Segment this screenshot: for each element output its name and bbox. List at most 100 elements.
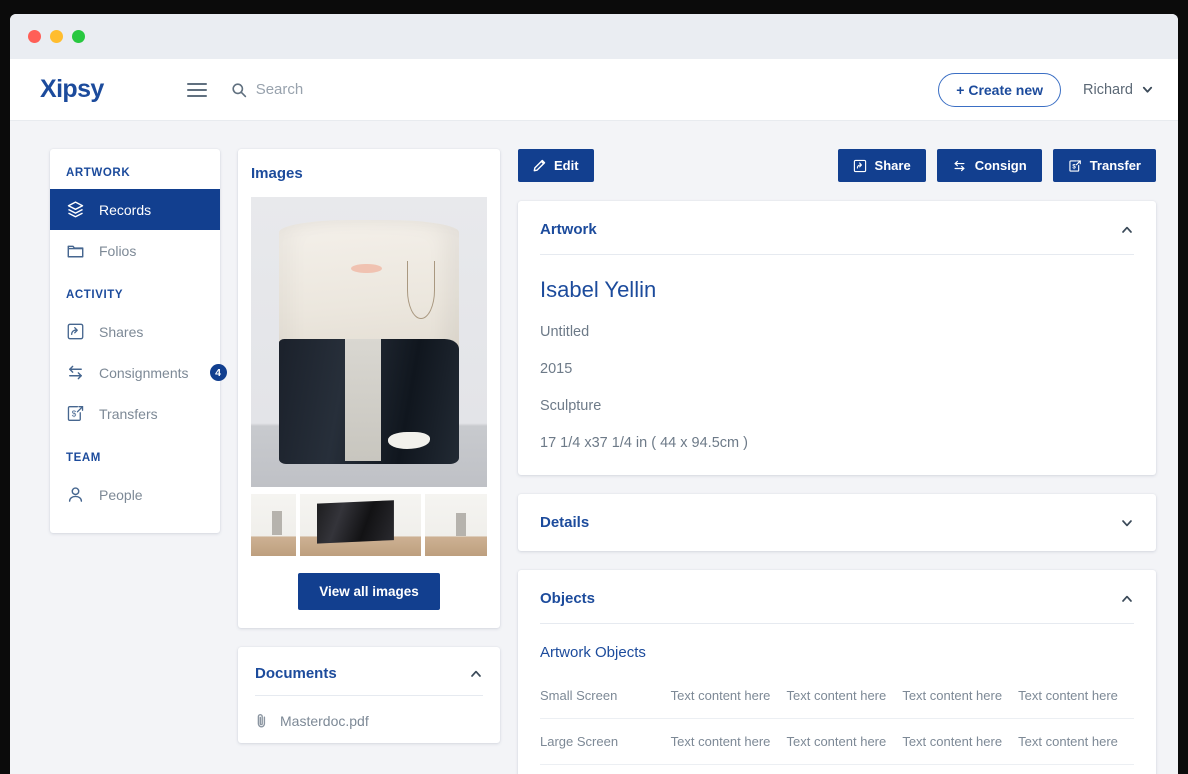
object-name-cell: Large Screen bbox=[540, 718, 671, 765]
artwork-medium: Sculpture bbox=[540, 398, 602, 414]
artwork-title: Untitled bbox=[540, 324, 590, 340]
objects-panel-title: Objects bbox=[540, 590, 596, 607]
share-icon bbox=[853, 159, 867, 173]
consign-icon bbox=[952, 159, 967, 173]
person-icon bbox=[66, 485, 85, 504]
chevron-up-icon[interactable] bbox=[469, 667, 483, 681]
transfer-icon: $ bbox=[66, 404, 85, 423]
artwork-panel: Artwork Isabel Yellin Untitled 2015 Scul… bbox=[518, 201, 1156, 475]
sidebar-item-people[interactable]: People bbox=[50, 474, 220, 515]
details-panel: Details bbox=[518, 494, 1156, 551]
edit-button-label: Edit bbox=[554, 158, 579, 173]
objects-table: Small Screen Text content here Text conten… bbox=[540, 673, 1134, 765]
object-value-cell: Text content here bbox=[786, 673, 903, 719]
window-titlebar bbox=[10, 14, 1178, 59]
artwork-panel-title: Artwork bbox=[540, 221, 597, 238]
thumbnail-item[interactable] bbox=[251, 494, 296, 556]
close-window-button[interactable] bbox=[28, 30, 41, 43]
sidebar-item-transfers[interactable]: $ Transfers bbox=[50, 393, 220, 434]
search-placeholder: Search bbox=[255, 81, 304, 98]
transfer-button-label: Transfer bbox=[1089, 158, 1141, 173]
hero-image[interactable] bbox=[251, 197, 487, 487]
objects-subtitle: Artwork Objects bbox=[540, 644, 646, 661]
sidebar-item-label: Folios bbox=[99, 242, 137, 259]
search-input[interactable]: Search bbox=[231, 81, 304, 98]
page-body: ARTWORK Records Folios ACTIVITY Shares Consig… bbox=[10, 121, 1178, 774]
right-action-group: Share Consign $ Transfer bbox=[837, 149, 1156, 182]
table-row[interactable]: Large Screen Text content here Text conten… bbox=[540, 718, 1134, 765]
create-new-button[interactable]: + Create new bbox=[938, 72, 1062, 107]
browser-window: Xipsy Search + Create new Richard ARTWOR… bbox=[10, 14, 1178, 774]
document-list-item[interactable]: Masterdoc.pdf bbox=[255, 696, 483, 729]
share-button-label: Share bbox=[874, 158, 911, 173]
object-value-cell: Text content here bbox=[786, 718, 903, 765]
search-icon bbox=[231, 82, 247, 98]
documents-card-header[interactable]: Documents bbox=[255, 665, 483, 696]
edit-button[interactable]: Edit bbox=[518, 149, 594, 182]
artwork-year: 2015 bbox=[540, 361, 573, 377]
object-value-cell: Text content here bbox=[670, 718, 787, 765]
chevron-up-icon[interactable] bbox=[1120, 223, 1134, 237]
artwork-dimensions: 17 1/4 x37 1/4 in ( 44 x 94.5cm ) bbox=[540, 435, 748, 451]
sidebar-item-records[interactable]: Records bbox=[50, 189, 220, 230]
sidebar-section-label: TEAM bbox=[66, 452, 101, 464]
svg-text:$: $ bbox=[1072, 163, 1076, 170]
transfer-button[interactable]: $ Transfer bbox=[1052, 149, 1156, 182]
pencil-icon bbox=[533, 159, 546, 172]
share-icon bbox=[66, 322, 85, 341]
documents-card: Documents Masterdoc.pdf bbox=[238, 647, 500, 743]
folder-icon bbox=[66, 241, 85, 260]
document-name: Masterdoc.pdf bbox=[280, 713, 369, 729]
images-card-title: Images bbox=[251, 165, 303, 182]
thumbnail-item[interactable] bbox=[299, 494, 421, 556]
screen: Xipsy Search + Create new Richard ARTWOR… bbox=[0, 0, 1188, 774]
objects-panel: Objects Artwork Objects Small Screen Text… bbox=[518, 570, 1156, 774]
sidebar-item-folios[interactable]: Folios bbox=[50, 230, 220, 271]
share-button[interactable]: Share bbox=[837, 149, 926, 182]
user-menu[interactable]: Richard bbox=[1083, 82, 1154, 98]
object-name-cell: Small Screen bbox=[540, 673, 671, 719]
thumbnail-strip bbox=[251, 494, 487, 556]
object-value-cell: Text content here bbox=[670, 673, 787, 719]
artwork-panel-header[interactable]: Artwork bbox=[540, 221, 1134, 255]
sidebar: ARTWORK Records Folios ACTIVITY Shares Consig… bbox=[50, 149, 227, 533]
view-all-images-button[interactable]: View all images bbox=[298, 573, 440, 610]
object-value-cell: Text content here bbox=[902, 718, 1019, 765]
objects-panel-header[interactable]: Objects bbox=[540, 590, 1134, 624]
sidebar-item-label: Records bbox=[99, 201, 152, 218]
object-value-cell: Text content here bbox=[1018, 673, 1134, 719]
consign-button[interactable]: Consign bbox=[936, 149, 1042, 182]
table-row[interactable]: Small Screen Text content here Text conten… bbox=[540, 673, 1134, 719]
thumbnail-item[interactable] bbox=[424, 494, 487, 556]
transfer-icon: $ bbox=[1068, 159, 1082, 173]
object-value-cell: Text content here bbox=[1018, 718, 1134, 765]
sidebar-item-label: People bbox=[99, 486, 143, 503]
layers-icon bbox=[66, 200, 85, 219]
images-card-header: Images bbox=[251, 165, 487, 197]
maximize-window-button[interactable] bbox=[72, 30, 85, 43]
artist-name[interactable]: Isabel Yellin bbox=[540, 277, 1134, 303]
sidebar-item-shares[interactable]: Shares bbox=[50, 311, 220, 352]
user-name-label: Richard bbox=[1083, 81, 1133, 98]
images-card: Images View all images bbox=[238, 149, 500, 628]
sidebar-item-consignments[interactable]: Consignments 4 bbox=[50, 352, 227, 393]
chevron-up-icon[interactable] bbox=[1120, 592, 1134, 606]
sidebar-item-badge: 4 bbox=[209, 364, 227, 381]
right-column: Edit Share Consign $ Transfer Artwork Is… bbox=[518, 149, 1156, 774]
left-column: Images View all images Documents Masterd… bbox=[238, 149, 500, 743]
minimize-window-button[interactable] bbox=[50, 30, 63, 43]
consign-icon bbox=[66, 363, 85, 382]
sidebar-section-label: ACTIVITY bbox=[66, 289, 124, 301]
sidebar-item-label: Shares bbox=[99, 323, 144, 340]
hamburger-menu-icon[interactable] bbox=[186, 82, 207, 97]
details-panel-header[interactable]: Details bbox=[540, 514, 1134, 531]
details-panel-title: Details bbox=[540, 514, 590, 531]
paperclip-icon bbox=[255, 713, 269, 729]
app-logo[interactable]: Xipsy bbox=[40, 75, 104, 104]
chevron-down-icon[interactable] bbox=[1120, 516, 1134, 530]
sidebar-section-label: ARTWORK bbox=[66, 167, 131, 179]
action-toolbar: Edit Share Consign $ Transfer bbox=[518, 149, 1156, 182]
documents-card-title: Documents bbox=[255, 665, 337, 682]
sidebar-item-label: Consignments bbox=[99, 364, 189, 381]
sidebar-item-label: Transfers bbox=[99, 405, 158, 422]
